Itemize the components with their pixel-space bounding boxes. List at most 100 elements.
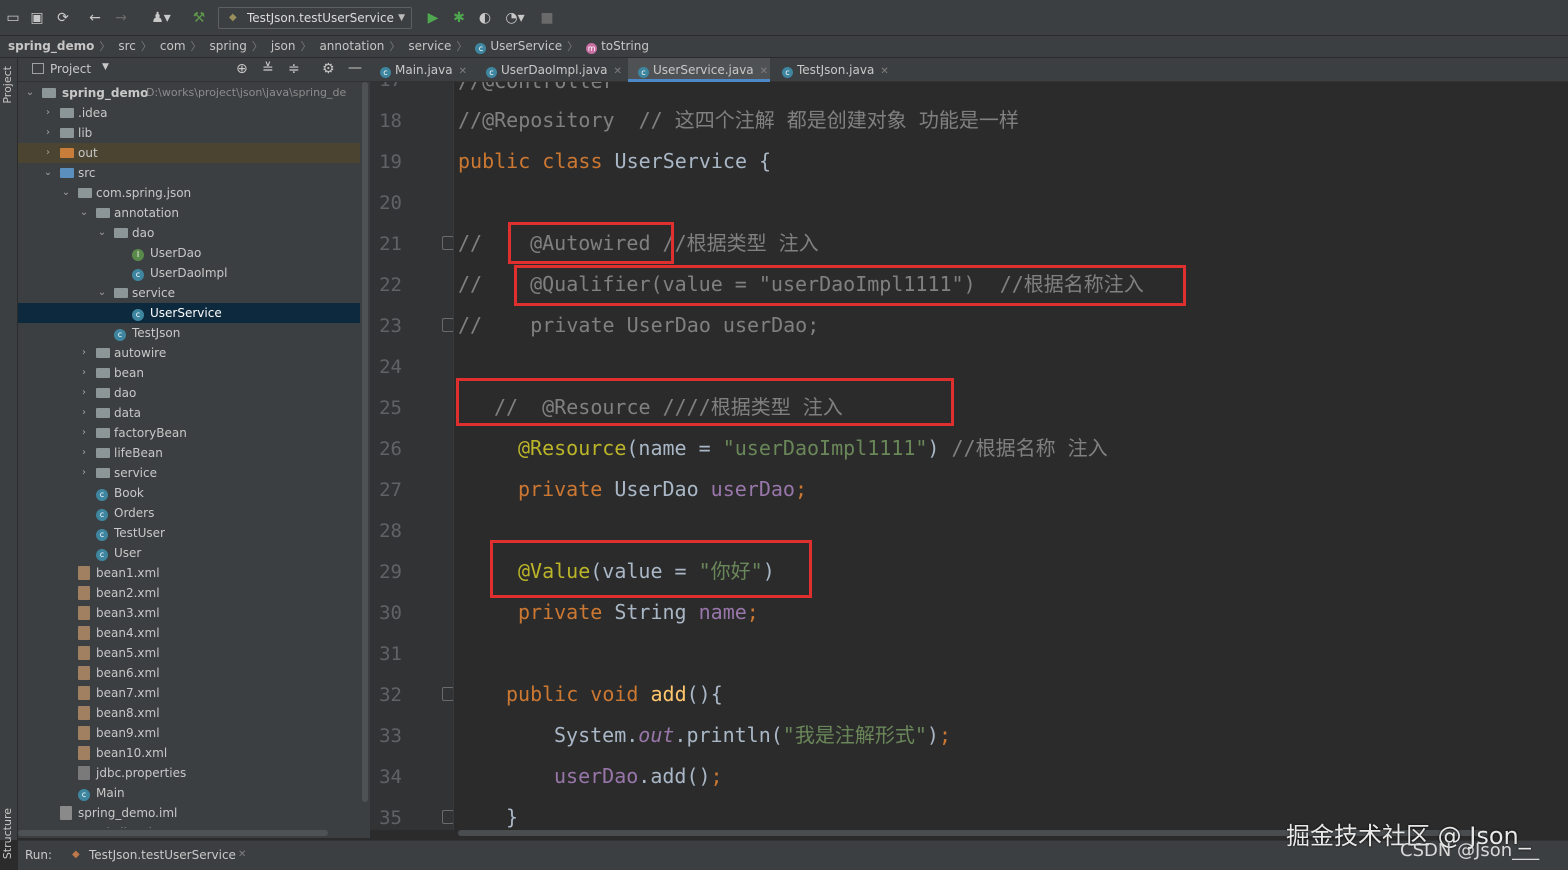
chevron-down-icon[interactable]: ▼ [102,62,109,72]
tree-item[interactable]: c Book [18,483,360,503]
sync-icon[interactable]: ⟳ [54,9,72,27]
chevron-down-icon[interactable]: ⌄ [96,283,108,303]
fold-marker-icon[interactable] [442,236,453,250]
chevron-right-icon[interactable]: › [78,343,90,363]
close-icon[interactable]: ✕ [880,66,888,77]
breadcrumb-item[interactable]: annotation [311,36,384,57]
tree-item[interactable]: bean2.xml [18,583,360,603]
tree-item[interactable]: › out [18,143,360,163]
tree-item[interactable]: c UserDaoImpl [18,263,360,283]
tree-item[interactable]: ⌄ service [18,283,360,303]
tree-item[interactable]: › lib [18,123,360,143]
stop-icon[interactable]: ■ [538,9,556,27]
build-hammer-icon[interactable]: ⚒ [190,9,208,27]
tree-item[interactable]: spring_demo.iml [18,803,360,823]
run-configuration-select[interactable]: ◆ TestJson.testUserService ▼ [218,7,412,29]
tree-scrollbar[interactable] [360,82,370,830]
scrollbar-thumb[interactable] [18,830,328,836]
tree-item[interactable]: c TestJson [18,323,360,343]
locate-crosshair-icon[interactable]: ⊕ [236,61,248,77]
chevron-right-icon[interactable]: › [78,443,90,463]
tree-item[interactable]: I UserDao [18,243,360,263]
tree-item[interactable]: › data [18,403,360,423]
close-icon[interactable]: ✕ [760,66,768,77]
tree-item[interactable]: bean9.xml [18,723,360,743]
vcs-user-icon[interactable]: ♟▾ [146,9,176,27]
tree-item[interactable]: c Orders [18,503,360,523]
save-icon[interactable]: ▣ [28,9,46,27]
gear-icon[interactable]: ⚙ [322,61,335,77]
breadcrumb-item[interactable]: json [263,36,296,57]
tree-item[interactable]: bean6.xml [18,663,360,683]
breadcrumb-item[interactable]: spring [202,36,247,57]
tree-item[interactable]: c UserService [18,303,360,323]
breadcrumb-method[interactable]: m toString [578,36,649,57]
tree-item[interactable]: ⌄ dao [18,223,360,243]
editor-gutter[interactable]: 17 18 19 20 21 22 23 24 25 26 27 28 29 30 31 32 33 34 35 [370,82,454,830]
chevron-right-icon[interactable]: › [78,423,90,443]
chevron-right-icon[interactable]: › [42,143,54,163]
breadcrumb-class[interactable]: c UserService [467,36,562,57]
chevron-right-icon[interactable]: › [78,363,90,383]
chevron-down-icon[interactable]: ⌄ [60,183,72,203]
expand-all-icon[interactable]: ≚ [262,61,274,77]
chevron-right-icon[interactable]: › [78,403,90,423]
collapse-all-icon[interactable]: ≑ [288,61,300,77]
tree-item[interactable]: ⌄ com.spring.json [18,183,360,203]
project-tool-button[interactable]: Project [1,66,14,104]
tree-item[interactable]: › dao [18,383,360,403]
breadcrumb-item[interactable]: spring_demo [0,36,94,57]
tree-item[interactable]: c User [18,543,360,563]
minimize-icon[interactable]: — [348,60,362,76]
tree-horizontal-scrollbar[interactable] [18,828,370,838]
fold-marker-icon[interactable] [442,687,453,701]
tree-item[interactable]: ⌄ annotation [18,203,360,223]
fold-marker-icon[interactable] [442,810,453,824]
tree-item[interactable]: › .idea [18,103,360,123]
close-icon[interactable]: ✕ [238,843,246,867]
back-icon[interactable]: ← [86,9,104,27]
coverage-icon[interactable]: ◐ [476,9,494,27]
chevron-down-icon[interactable]: ⌄ [42,163,54,183]
tree-root[interactable]: ⌄ spring_demo D:\works\project\json\java… [18,83,360,103]
tree-item[interactable]: bean4.xml [18,623,360,643]
tree-item[interactable]: › autowire [18,343,360,363]
chevron-right-icon[interactable]: › [42,103,54,123]
code-editor[interactable]: //@Controller //@Repository // 这四个注解 都是创… [454,82,1568,830]
tree-item[interactable]: › factoryBean [18,423,360,443]
breadcrumb-item[interactable]: service [400,36,451,57]
chevron-right-icon[interactable]: › [78,383,90,403]
tree-item[interactable]: c Main [18,783,360,803]
structure-tool-button[interactable]: Structure [1,808,14,859]
tree-item[interactable]: › lifeBean [18,443,360,463]
tree-item[interactable]: jdbc.properties [18,763,360,783]
scrollbar-thumb[interactable] [362,82,368,802]
breadcrumb-item[interactable]: com [152,36,186,57]
tree-item[interactable]: bean7.xml [18,683,360,703]
close-icon[interactable]: ✕ [613,66,621,77]
tree-item[interactable]: ⌄ src [18,163,360,183]
profile-icon[interactable]: ◔▾ [500,9,530,27]
tree-item[interactable]: › service [18,463,360,483]
chevron-down-icon[interactable]: ⌄ [24,83,36,103]
tab-main-java[interactable]: c Main.java ✕ [370,58,476,82]
chevron-right-icon[interactable]: › [78,463,90,483]
breadcrumb-item[interactable]: src [110,36,136,57]
forward-icon[interactable]: → [112,9,130,27]
tree-item[interactable]: bean3.xml [18,603,360,623]
debug-icon[interactable]: ✱ [450,9,468,27]
open-folder-icon[interactable]: ▭ [4,9,22,27]
fold-marker-icon[interactable] [442,318,453,332]
tree-item[interactable]: bean5.xml [18,643,360,663]
tab-testjson-java[interactable]: c TestJson.java ✕ [772,58,898,82]
tree-item[interactable]: bean10.xml [18,743,360,763]
chevron-right-icon[interactable]: › [42,123,54,143]
chevron-down-icon[interactable]: ⌄ [96,223,108,243]
close-icon[interactable]: ✕ [459,66,467,77]
tree-item[interactable]: bean8.xml [18,703,360,723]
project-view-title[interactable]: Project [50,62,91,76]
tab-userservice-java[interactable]: c UserService.java ✕ [628,58,770,82]
chevron-down-icon[interactable]: ⌄ [78,203,90,223]
run-icon[interactable]: ▶ [424,9,442,27]
tree-item[interactable]: › bean [18,363,360,383]
